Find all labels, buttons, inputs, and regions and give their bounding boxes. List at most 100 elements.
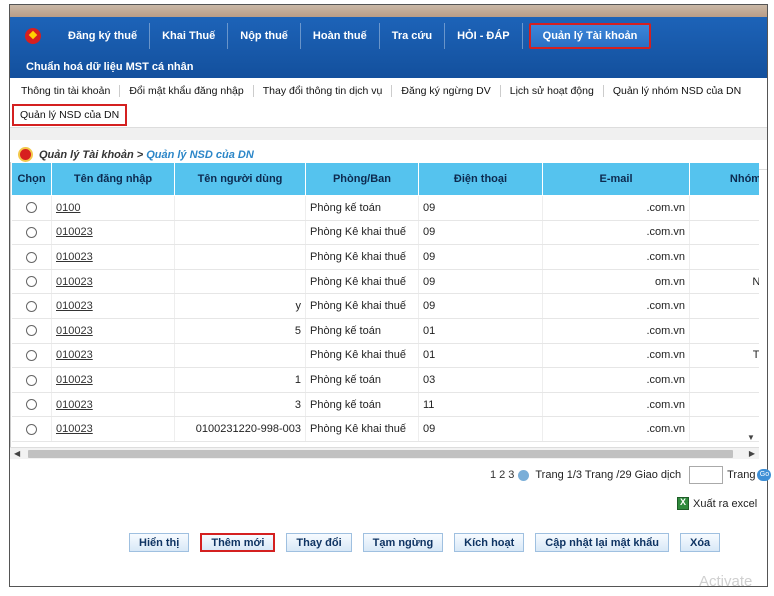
tab-quan-ly-nhom-nsd[interactable]: Quản lý nhóm NSD của DN xyxy=(604,85,750,97)
nav-item-quan-ly-tai-khoan[interactable]: Quản lý Tài khoản xyxy=(528,23,652,49)
cell-dept: Phòng kế toán xyxy=(305,392,419,418)
cell-email: .com.vn xyxy=(542,244,690,270)
row-radio[interactable] xyxy=(11,244,52,270)
cell-email: .com.vn xyxy=(542,416,690,442)
cell-user xyxy=(174,269,306,295)
header-ten-nguoi-dung[interactable]: Tên người dùng xyxy=(174,162,306,196)
table-row[interactable]: 010023 Phòng Kê khai thuế09.com.vnKê k xyxy=(11,244,759,270)
table-row[interactable]: 010023 Phòng Kê khai thuế09om.vnNhóm ng xyxy=(11,269,759,295)
nav-subitem[interactable]: Chuẩn hoá dữ liệu MST cá nhân xyxy=(26,61,193,73)
cell-login[interactable]: 010023 xyxy=(51,343,175,369)
header-email[interactable]: E-mail xyxy=(542,162,690,196)
select-radio[interactable] xyxy=(25,349,37,361)
page-link-3[interactable]: 3 xyxy=(508,469,514,481)
tab-thay-doi-thong-tin[interactable]: Thay đổi thông tin dịch vụ xyxy=(254,84,393,97)
breadcrumb-current: Quản lý NSD của DN xyxy=(146,148,254,161)
select-radio[interactable] xyxy=(25,251,37,263)
table-row[interactable]: 0100231Phòng kế toán03.com.vnNộp t xyxy=(11,367,759,393)
tab-quan-ly-nsd[interactable]: Quản lý NSD của DN xyxy=(12,104,128,126)
cell-login[interactable]: 010023 xyxy=(51,367,175,393)
page-info: Trang 1/3 Trang /29 Giao dịch xyxy=(535,469,682,481)
row-radio[interactable] xyxy=(11,343,52,369)
row-radio[interactable] xyxy=(11,195,52,221)
table-row[interactable]: 0100233Phòng kế toán11.com.vnNhóm k xyxy=(11,392,759,418)
header-phong-ban[interactable]: Phòng/Ban xyxy=(305,162,419,196)
nav-item-dang-ky-thue[interactable]: Đăng ký thuế xyxy=(56,23,151,49)
row-radio[interactable] xyxy=(11,293,52,319)
header-dien-thoai[interactable]: Điện thoại xyxy=(418,162,543,196)
select-radio[interactable] xyxy=(25,276,37,288)
header-nhom[interactable]: Nhóm xyxy=(689,162,759,196)
tab-dang-ky-ngung-dv[interactable]: Đăng ký ngừng DV xyxy=(392,84,501,97)
select-radio[interactable] xyxy=(25,300,37,312)
page-link-1[interactable]: 1 xyxy=(490,469,496,481)
page-number-input[interactable] xyxy=(689,466,724,484)
delete-button[interactable]: Xóa xyxy=(680,533,721,552)
scroll-left-arrow-icon[interactable]: ◀ xyxy=(14,448,20,460)
table-row[interactable]: 010023 Phòng Kê khai thuế09.com.vnKê k xyxy=(11,220,759,246)
tab-doi-mat-khau[interactable]: Đổi mật khẩu đăng nhập xyxy=(120,84,254,97)
cell-login[interactable]: 010023 xyxy=(51,392,175,418)
select-radio[interactable] xyxy=(25,325,37,337)
add-new-button[interactable]: Thêm mới xyxy=(200,533,276,552)
select-radio[interactable] xyxy=(25,399,37,411)
table-row[interactable]: 010023 0100231220-998-003 Phòng Kê khai th… xyxy=(11,416,759,442)
cell-login[interactable]: 010023 xyxy=(51,244,175,270)
select-radio[interactable] xyxy=(25,202,37,214)
cell-group: Nộp t xyxy=(689,367,759,393)
cell-group: Nộp t xyxy=(689,195,759,221)
cell-email: .com.vn xyxy=(542,392,690,418)
edit-button[interactable]: Thay đổi xyxy=(286,533,352,552)
cell-dept: Phòng Kê khai thuế xyxy=(305,416,419,442)
nav-item-hoi-dap[interactable]: HỎI - ĐÁP xyxy=(445,23,523,49)
cell-email: .com.vn xyxy=(542,220,690,246)
cell-login[interactable]: 010023 xyxy=(51,416,175,442)
home-emblem-icon[interactable] xyxy=(10,23,56,49)
cell-phone: 09 xyxy=(418,244,543,270)
tab-thong-tin-tai-khoan[interactable]: Thông tin tài khoản xyxy=(12,84,121,97)
cell-login[interactable]: 010023 xyxy=(51,293,175,319)
scrollbar-thumb[interactable] xyxy=(28,450,733,458)
next-page-icon[interactable] xyxy=(518,469,530,481)
cell-login[interactable]: 010023 xyxy=(51,220,175,246)
cell-group: Kê k xyxy=(689,318,759,344)
cell-login[interactable]: 010023 xyxy=(51,318,175,344)
go-button[interactable]: Go xyxy=(757,469,772,481)
table-row[interactable]: 010023 Phòng Kê khai thuế01.com.vnTra cứu… xyxy=(11,343,759,369)
row-radio[interactable] xyxy=(11,318,52,344)
show-button[interactable]: Hiển thị xyxy=(129,533,190,552)
breadcrumb-root[interactable]: Quản lý Tài khoản xyxy=(39,149,134,161)
row-radio[interactable] xyxy=(11,269,52,295)
table-row[interactable]: 010023yPhòng Kê khai thuế09.com.vnKê k xyxy=(11,293,759,319)
nav-item-nop-thue[interactable]: Nộp thuế xyxy=(228,23,301,49)
nav-item-tra-cuu[interactable]: Tra cứu xyxy=(380,23,446,49)
nav-item-hoan-thue[interactable]: Hoàn thuế xyxy=(301,23,380,49)
cell-login[interactable]: 0100 xyxy=(51,195,175,221)
export-excel-link[interactable]: Xuất ra excel xyxy=(677,497,757,510)
header-ten-dang-nhap[interactable]: Tên đăng nhập xyxy=(51,162,175,196)
select-radio[interactable] xyxy=(25,226,37,238)
cell-email: .com.vn xyxy=(542,343,690,369)
table-header-row: Chọn Tên đăng nhập Tên người dùng Phòng/… xyxy=(11,162,759,196)
row-radio[interactable] xyxy=(11,367,52,393)
table-row[interactable]: 0100235Phòng kế toán01.com.vnKê k xyxy=(11,318,759,344)
tab-lich-su-hoat-dong[interactable]: Lịch sử hoạt động xyxy=(501,84,604,97)
cell-user: 3 xyxy=(174,392,306,418)
select-radio[interactable] xyxy=(25,374,37,386)
cell-user xyxy=(174,195,306,221)
table-row[interactable]: 0100 Phòng kế toán09.com.vnNộp t xyxy=(11,195,759,221)
horizontal-scrollbar[interactable]: ◀ ▶ xyxy=(10,447,759,459)
reset-password-button[interactable]: Cập nhật lại mật khẩu xyxy=(535,533,669,552)
select-radio[interactable] xyxy=(25,423,37,435)
row-radio[interactable] xyxy=(11,392,52,418)
nav-item-khai-thue[interactable]: Khai Thuế xyxy=(150,23,229,49)
scroll-right-arrow-icon[interactable]: ▶ xyxy=(749,448,755,460)
activate-button[interactable]: Kích hoạt xyxy=(454,533,525,552)
page-link-2[interactable]: 2 xyxy=(499,469,505,481)
row-radio[interactable] xyxy=(11,416,52,442)
cell-login[interactable]: 010023 xyxy=(51,269,175,295)
users-table: Chọn Tên đăng nhập Tên người dùng Phòng/… xyxy=(11,162,759,442)
scroll-down-arrow-icon[interactable]: ▼ xyxy=(747,433,755,442)
row-radio[interactable] xyxy=(11,220,52,246)
suspend-button[interactable]: Tạm ngừng xyxy=(362,533,444,552)
